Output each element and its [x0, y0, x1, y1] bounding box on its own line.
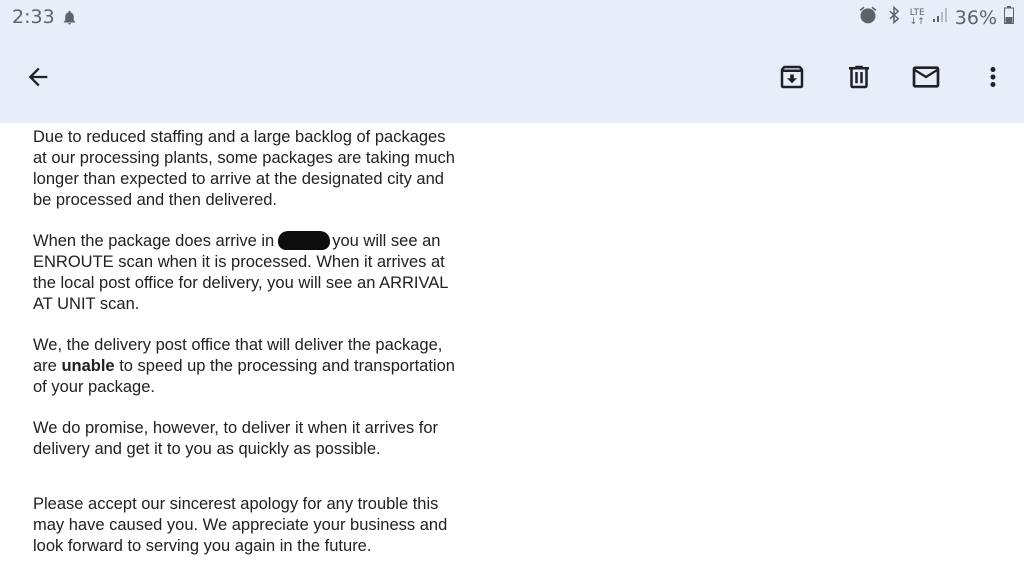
- battery-percent: 36%: [954, 6, 997, 29]
- mail-icon: [910, 61, 942, 98]
- trash-icon: [844, 62, 874, 97]
- toolbar-actions: [742, 62, 1010, 96]
- battery-icon: [1004, 6, 1014, 29]
- more-vert-icon: [978, 62, 1008, 97]
- archive-icon: [777, 62, 807, 97]
- redaction-mark: [278, 231, 331, 250]
- arrow-back-icon: [24, 67, 52, 95]
- email-body: Due to reduced staffing and a large back…: [33, 127, 503, 577]
- email-paragraph: When the package does arrive in you will …: [33, 231, 449, 313]
- email-paragraph: Due to reduced staffing and a large back…: [33, 128, 455, 209]
- status-time: 2:33: [12, 6, 55, 28]
- emphasis-text: unable: [61, 357, 115, 375]
- mark-unread-button[interactable]: [909, 62, 943, 96]
- back-button[interactable]: [24, 63, 52, 96]
- alarm-icon: [858, 5, 878, 30]
- bluetooth-icon: [885, 5, 903, 30]
- email-paragraph: Please accept our sincerest apology for …: [33, 495, 448, 555]
- status-icons: LTE ↓↑ 36%: [858, 5, 1014, 30]
- app-header: 2:33 LTE ↓↑ 36%: [0, 0, 1024, 123]
- email-paragraph: We, the delivery post office that will d…: [33, 336, 455, 396]
- signal-icon: [932, 7, 948, 28]
- bell-icon: [61, 8, 78, 32]
- delete-button[interactable]: [842, 62, 876, 96]
- lte-indicator: LTE ↓↑: [909, 7, 925, 27]
- archive-button[interactable]: [775, 62, 809, 96]
- more-options-button[interactable]: [976, 62, 1010, 96]
- email-paragraph: We do promise, however, to deliver it wh…: [33, 419, 439, 458]
